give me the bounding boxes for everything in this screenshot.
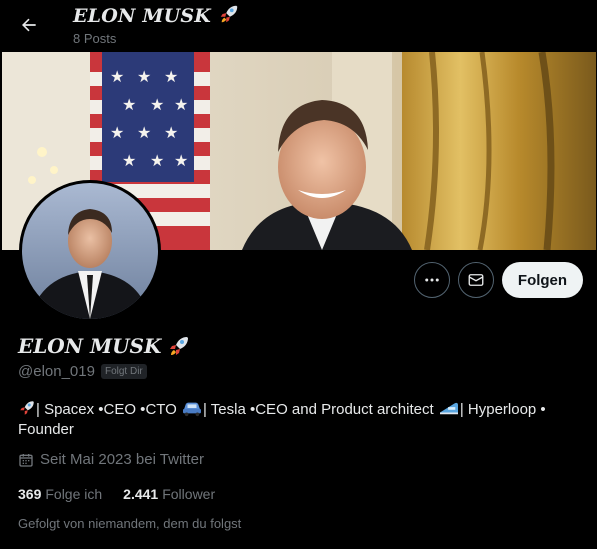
avatar-image — [22, 183, 158, 319]
posts-count: 8 Posts — [73, 31, 117, 46]
rocket-emoji-icon — [170, 337, 189, 355]
arrow-left-icon — [22, 18, 36, 32]
followers-count: 2.441 — [123, 486, 159, 502]
profile-avatar[interactable] — [19, 180, 161, 322]
mail-icon — [468, 274, 484, 286]
bio-text-2: | Tesla •CEO and Product architect — [203, 401, 438, 418]
profile-name: ELON MUSK — [18, 334, 191, 358]
rocket-emoji-icon — [220, 5, 238, 23]
calendar-icon — [19, 453, 33, 467]
follows-you-badge: Folgt Dir — [100, 364, 147, 379]
follow-button[interactable]: Folgen — [502, 262, 583, 298]
more-horizontal-icon — [425, 278, 439, 282]
svg-text:★: ★ — [110, 67, 124, 86]
joined-text: Seit Mai 2023 bei Twitter — [40, 451, 204, 468]
svg-text:★: ★ — [110, 123, 124, 142]
profile-handle: @elon_019 — [18, 363, 95, 380]
car-emoji-icon — [183, 402, 201, 417]
following-count: 369 — [18, 486, 42, 502]
train-emoji-icon — [439, 402, 458, 415]
more-options-button[interactable] — [414, 262, 450, 298]
profile-display-name: ELON MUSK — [18, 334, 162, 358]
svg-text:★: ★ — [122, 95, 136, 114]
profile-bio: | Spacex •CEO •CTO | Tesla •CEO and Prod… — [18, 399, 578, 440]
handle-row: @elon_019 Folgt Dir — [18, 363, 147, 380]
back-button[interactable] — [14, 10, 44, 40]
svg-text:★: ★ — [150, 151, 164, 170]
followers-label: Follower — [162, 486, 216, 502]
svg-text:★: ★ — [174, 95, 188, 114]
svg-text:★: ★ — [137, 67, 151, 86]
following-label: Folge ich — [45, 486, 103, 502]
header-name: ELON MUSK — [73, 5, 212, 27]
following-link[interactable]: 369 Folge ich — [18, 486, 102, 502]
svg-text:★: ★ — [174, 151, 188, 170]
followed-by-text: Gefolgt von niemandem, dem du folgst — [18, 516, 242, 531]
bio-text-1: | Spacex •CEO •CTO — [36, 401, 181, 418]
svg-text:★: ★ — [164, 67, 178, 86]
profile-top-bar: ELON MUSK 8 Posts — [0, 0, 597, 52]
message-button[interactable] — [458, 262, 494, 298]
svg-text:★: ★ — [150, 95, 164, 114]
rocket-emoji-icon — [20, 401, 34, 415]
follow-stats: 369 Folge ich 2.441 Follower — [18, 486, 215, 502]
followers-link[interactable]: 2.441 Follower — [123, 486, 215, 502]
svg-text:★: ★ — [137, 123, 151, 142]
joined-date: Seit Mai 2023 bei Twitter — [18, 451, 204, 468]
svg-text:★: ★ — [164, 123, 178, 142]
svg-text:★: ★ — [122, 151, 136, 170]
header-title: ELON MUSK — [73, 3, 240, 27]
